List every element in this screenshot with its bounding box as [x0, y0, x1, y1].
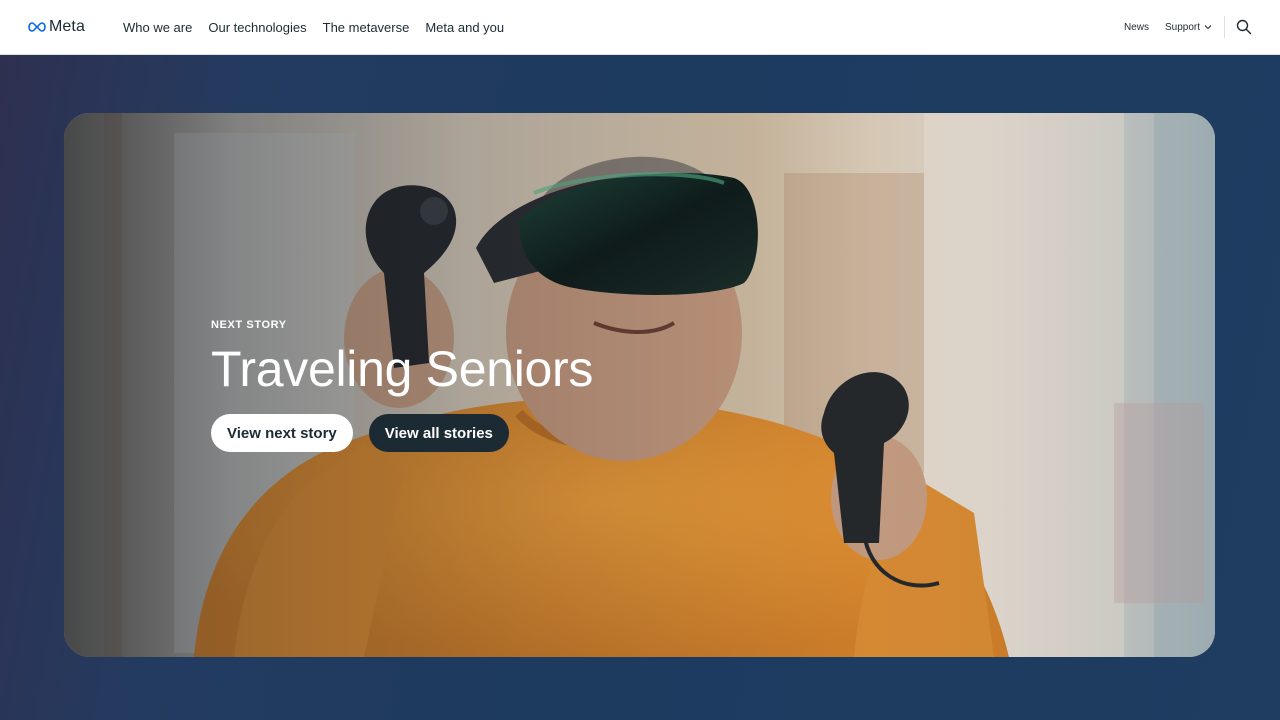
- hero-card: NEXT STORY Traveling Seniors View next s…: [64, 113, 1215, 657]
- story-actions: View next story View all stories: [211, 414, 593, 452]
- nav-item-who-we-are[interactable]: Who we are: [123, 20, 200, 35]
- main-nav: Who we are Our technologies The metavers…: [123, 20, 512, 35]
- search-icon: [1236, 19, 1252, 35]
- header-divider: [1224, 16, 1225, 38]
- story-block: NEXT STORY Traveling Seniors View next s…: [211, 319, 593, 452]
- logo-text: Meta: [49, 18, 85, 35]
- story-title: Traveling Seniors: [211, 341, 594, 397]
- support-label: Support: [1164, 21, 1200, 33]
- view-all-stories-button[interactable]: View all stories: [368, 414, 509, 452]
- support-menu[interactable]: Support: [1165, 22, 1212, 33]
- news-link[interactable]: News: [1124, 22, 1149, 33]
- search-button[interactable]: [1235, 18, 1253, 36]
- header-utilities: News Support: [1124, 16, 1253, 38]
- meta-logo[interactable]: Meta: [27, 18, 85, 36]
- site-header: Meta Who we are Our technologies The met…: [0, 0, 1280, 55]
- view-next-story-button[interactable]: View next story: [211, 414, 353, 452]
- story-eyebrow: NEXT STORY: [211, 319, 287, 331]
- nav-item-the-metaverse[interactable]: The metaverse: [315, 20, 418, 35]
- nav-item-meta-and-you[interactable]: Meta and you: [417, 20, 512, 35]
- nav-item-our-technologies[interactable]: Our technologies: [200, 20, 314, 35]
- chevron-down-icon: [1204, 25, 1212, 30]
- meta-infinity-logo-icon: [28, 22, 46, 32]
